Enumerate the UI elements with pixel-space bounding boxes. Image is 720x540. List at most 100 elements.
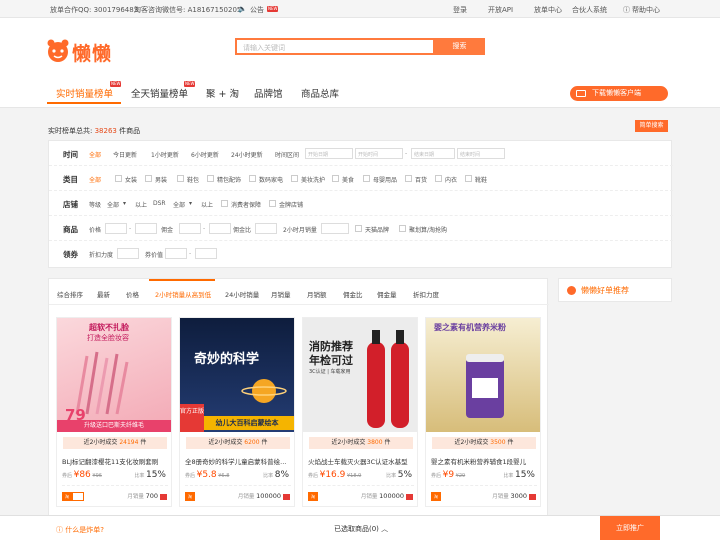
time-option-all[interactable]: 全部 (89, 150, 101, 159)
sold-prefix: 近2小时成交 (454, 439, 489, 446)
category-beauty[interactable]: 美妆洗护 (301, 175, 325, 184)
category-checkbox[interactable] (249, 175, 256, 182)
category-checkbox[interactable] (115, 175, 122, 182)
time-option-range[interactable]: 时间区间 (275, 150, 299, 159)
promote-now-button[interactable]: 立即推广 (600, 516, 660, 540)
sales-2h-input[interactable] (321, 223, 349, 234)
consumer-protection-checkbox[interactable] (221, 200, 228, 207)
sort-tab-2h-sales[interactable]: 2小时销量从高到低 (155, 289, 211, 299)
gold-shop-checkbox[interactable] (269, 200, 276, 207)
ju-checkbox[interactable] (399, 225, 406, 232)
product-title[interactable]: 婴之素有机米粉营养辅食1段婴儿 (431, 456, 539, 466)
end-date-input[interactable]: 结束日期 (411, 148, 455, 159)
category-option-all[interactable]: 全部 (89, 175, 101, 184)
product-card[interactable]: 超软不扎脸 打造全脸妆容 79 升级送口巴斯夫纤维毛 近2小时成交 24194 … (56, 317, 172, 507)
commission-min-input[interactable] (179, 223, 201, 234)
login-link[interactable]: 登录 (453, 5, 467, 15)
category-checkbox[interactable] (291, 175, 298, 182)
product-image[interactable]: 奇妙的科学 幼儿大百科启蒙绘本 官方正版 (180, 318, 294, 432)
sort-tab-latest[interactable]: 最新 (97, 289, 110, 299)
ju-label[interactable]: 聚划算/淘抢购 (409, 225, 447, 234)
chevron-down-icon[interactable]: ▾ (123, 200, 126, 207)
sort-tab-price[interactable]: 价格 (126, 289, 139, 299)
sort-tab-24h-sales[interactable]: 24小时销量 (225, 289, 259, 299)
category-digital[interactable]: 数码家电 (259, 175, 283, 184)
product-card[interactable]: 奇妙的科学 幼儿大百科启蒙绘本 官方正版 近2小时成交 6200 件 全8册奇妙… (179, 317, 295, 507)
selected-products[interactable]: 已选取商品(0) ︿ (334, 524, 388, 534)
category-checkbox[interactable] (145, 175, 152, 182)
product-title[interactable]: 火焰战士车载灭火器3C认证水基型 (308, 456, 416, 466)
category-underwear[interactable]: 内衣 (445, 175, 457, 184)
discount-input[interactable] (117, 248, 139, 259)
product-title[interactable]: BLJ标记翻漆樱花11支化妆刷套刷 (62, 456, 170, 466)
nav-ju-tao[interactable]: 聚 + 淘 (206, 86, 239, 100)
end-time-input[interactable]: 结束时间 (457, 148, 505, 159)
ratio-input[interactable] (255, 223, 277, 234)
recommend-panel[interactable]: 懒懒好单推荐 (558, 278, 672, 302)
download-client-button[interactable]: 下载懒懒客户端 (570, 86, 668, 101)
tmall-brand-label[interactable]: 天猫品牌 (365, 225, 389, 234)
product-card[interactable]: 消防推荐 年检可过 3C认证 | 车载家用 近2小时成交 3800 件 火焰战士… (302, 317, 418, 507)
sort-tab-discount[interactable]: 折扣力度 (413, 289, 439, 299)
chevron-down-icon[interactable]: ▾ (189, 200, 192, 207)
filter-label-category: 类目 (63, 175, 78, 184)
product-title[interactable]: 全8册奇妙的科学儿童启蒙科普绘... (185, 456, 293, 466)
sort-tab-commission[interactable]: 佣金量 (377, 289, 397, 299)
shop-level-select[interactable]: 全部 (107, 200, 119, 209)
help-center-link[interactable]: 帮助中心 (632, 5, 660, 15)
sort-tab-commission-ratio[interactable]: 佣金比 (343, 289, 363, 299)
time-option-1h[interactable]: 1小时更新 (151, 150, 179, 159)
search-input[interactable]: 请输入关键词 (235, 38, 435, 55)
category-checkbox[interactable] (435, 175, 442, 182)
price-max-input[interactable] (135, 223, 157, 234)
start-time-input[interactable]: 开始时间 (355, 148, 403, 159)
category-checkbox[interactable] (177, 175, 184, 182)
category-checkbox[interactable] (363, 175, 370, 182)
category-checkbox[interactable] (332, 175, 339, 182)
sort-tab-monthly-amount[interactable]: 月销额 (307, 289, 327, 299)
consumer-protection-label[interactable]: 消费者保障 (231, 200, 261, 209)
release-center-link[interactable]: 放单中心 (534, 5, 562, 15)
open-api-link[interactable]: 开放API (488, 5, 513, 15)
category-checkbox[interactable] (207, 175, 214, 182)
category-general[interactable]: 百货 (415, 175, 427, 184)
simple-search-button[interactable]: 简单搜索 (635, 120, 668, 132)
nav-brand-hall[interactable]: 品牌馆 (254, 86, 283, 100)
product-card[interactable]: 婴之素有机营养米粉 近2小时成交 3500 件 婴之素有机米粉营养辅食1段婴儿 … (425, 317, 541, 507)
time-option-24h[interactable]: 24小时更新 (231, 150, 263, 159)
sort-tab-default[interactable]: 综合排序 (57, 289, 83, 299)
price-min-input[interactable] (105, 223, 127, 234)
category-men[interactable]: 男装 (155, 175, 167, 184)
notice-link[interactable]: 公告 (250, 5, 264, 15)
search-button[interactable]: 搜索 (434, 38, 485, 55)
partner-system-link[interactable]: 合伙人系统 (572, 5, 607, 15)
total-summary: 实时榜单总共: 38263 件商品 (48, 126, 140, 136)
site-logo[interactable]: 懒懒 (46, 38, 130, 65)
category-checkbox[interactable] (405, 175, 412, 182)
what-is-explosive-link[interactable]: ⓘ 什么是炸单? (56, 525, 104, 535)
tmall-brand-checkbox[interactable] (355, 225, 362, 232)
start-date-input[interactable]: 开始日期 (305, 148, 353, 159)
commission-max-input[interactable] (209, 223, 231, 234)
category-boots[interactable]: 靴鞋 (475, 175, 487, 184)
product-image[interactable]: 超软不扎脸 打造全脸妆容 79 升级送口巴斯夫纤维毛 (57, 318, 171, 432)
nav-allday-ranking[interactable]: 全天销量榜单 (131, 86, 188, 100)
nav-all-products[interactable]: 商品总库 (301, 86, 339, 100)
coupon-max-input[interactable] (195, 248, 217, 259)
coupon-min-input[interactable] (165, 248, 187, 259)
nav-realtime-ranking[interactable]: 实时销量榜单 (56, 86, 113, 100)
product-image[interactable]: 婴之素有机营养米粉 (426, 318, 540, 432)
category-shoes-bags[interactable]: 鞋包 (187, 175, 199, 184)
category-checkbox[interactable] (465, 175, 472, 182)
category-food[interactable]: 美食 (342, 175, 354, 184)
category-accessories[interactable]: 精包配饰 (217, 175, 241, 184)
dsr-select[interactable]: 全部 (173, 200, 185, 209)
time-option-today[interactable]: 今日更新 (113, 150, 137, 159)
category-women[interactable]: 女装 (125, 175, 137, 184)
product-image-footer: 升级送口巴斯夫纤维毛 (57, 420, 171, 432)
gold-shop-label[interactable]: 金牌店铺 (279, 200, 303, 209)
category-baby[interactable]: 母婴用品 (373, 175, 397, 184)
time-option-6h[interactable]: 6小时更新 (191, 150, 219, 159)
product-image[interactable]: 消防推荐 年检可过 3C认证 | 车载家用 (303, 318, 417, 432)
sort-tab-monthly-sales[interactable]: 月销量 (271, 289, 291, 299)
